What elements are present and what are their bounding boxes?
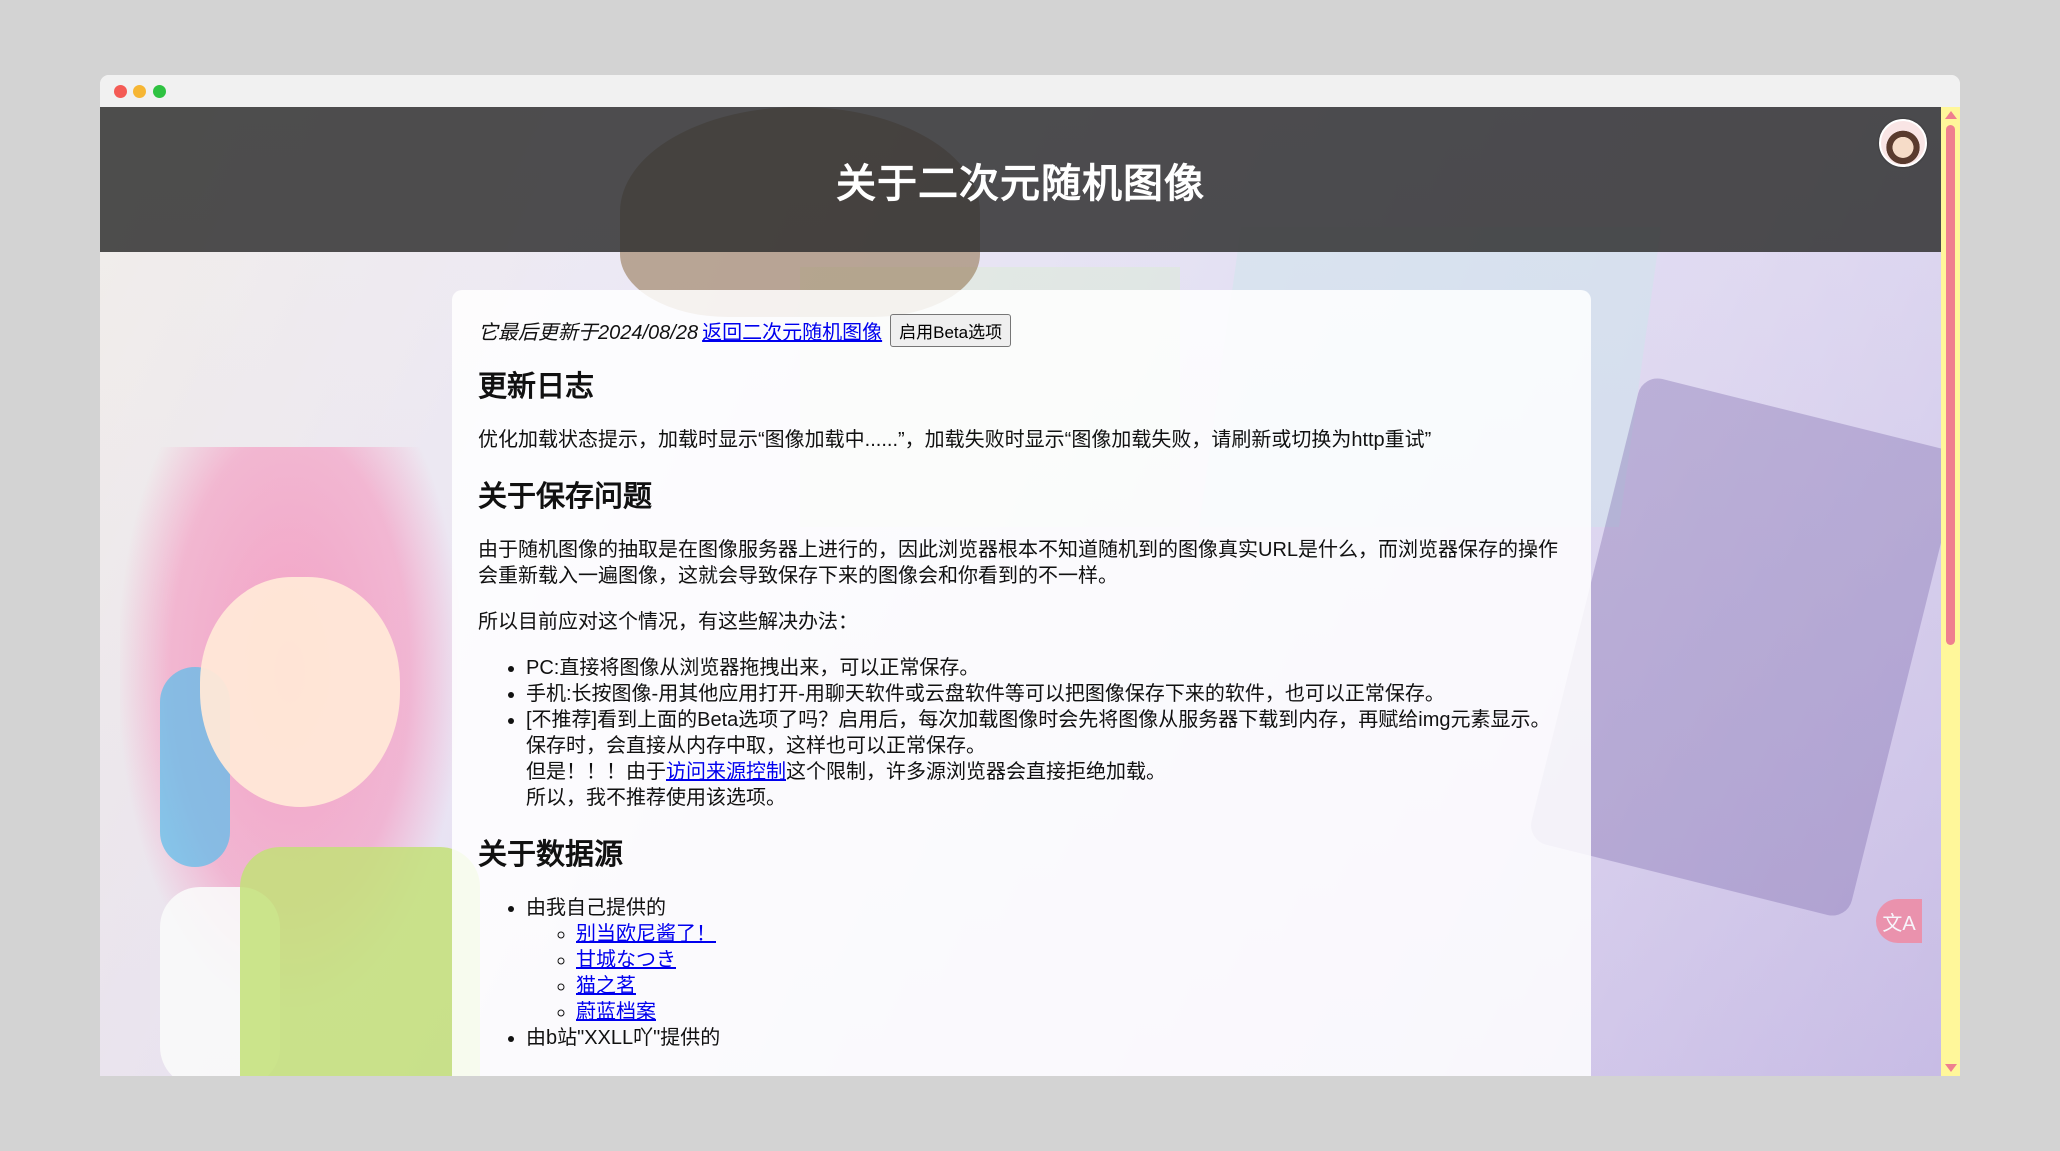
source-link[interactable]: 甘城なつき (576, 949, 676, 971)
list-item: 蔚蓝档案 (576, 999, 1565, 1025)
close-window-button[interactable] (114, 85, 127, 98)
maximize-window-button[interactable] (153, 85, 166, 98)
sources-list: 由我自己提供的 别当欧尼酱了！ 甘城なつき 猫之茗 蔚蓝档案 由b站"XXLL吖… (478, 895, 1565, 1051)
content-card: 它最后更新于2024/08/28 返回二次元随机图像 启用Beta选项 更新日志… (452, 290, 1591, 1076)
beta-note-line: 保存时，会直接从内存中取，这样也可以正常保存。 (526, 735, 986, 757)
beta-note-line: 这个限制，许多源浏览器会直接拒绝加载。 (786, 761, 1166, 783)
back-link[interactable]: 返回二次元随机图像 (702, 316, 882, 345)
saving-solutions-list: PC:直接将图像从浏览器拖拽出来，可以正常保存。 手机:长按图像-用其他应用打开… (478, 655, 1565, 811)
source-links-list: 别当欧尼酱了！ 甘城なつき 猫之茗 蔚蓝档案 (526, 921, 1565, 1025)
list-item: 手机:长按图像-用其他应用打开-用聊天软件或云盘软件等可以把图像保存下来的软件，… (526, 681, 1565, 707)
list-item: [不推荐]看到上面的Beta选项了吗？启用后，每次加载图像时会先将图像从服务器下… (526, 707, 1565, 811)
source-link[interactable]: 别当欧尼酱了！ (576, 923, 716, 945)
list-item: 甘城なつき (576, 947, 1565, 973)
background-artwork (240, 847, 480, 1076)
scrollbar[interactable] (1941, 107, 1960, 1076)
list-item: 猫之茗 (576, 973, 1565, 999)
browser-window: 关于二次元随机图像 它最后更新于2024/08/28 返回二次元随机图像 启用B… (100, 75, 1960, 1076)
title-bar (100, 75, 1960, 107)
saving-heading: 关于保存问题 (478, 481, 653, 513)
minimize-window-button[interactable] (133, 85, 146, 98)
access-control-link[interactable]: 访问来源控制 (666, 761, 786, 783)
last-updated-text: 它最后更新于2024/08/28 (478, 322, 699, 344)
source-group-label: 由b站"XXLL吖"提供的 (526, 1027, 721, 1049)
source-link[interactable]: 猫之茗 (576, 975, 636, 997)
avatar[interactable] (1879, 119, 1927, 167)
translate-icon[interactable]: 文A (1876, 899, 1922, 943)
saving-solutions-intro: 所以目前应对这个情况，有这些解决办法： (478, 611, 858, 633)
enable-beta-button[interactable]: 启用Beta选项 (890, 314, 1012, 347)
page-viewport: 关于二次元随机图像 它最后更新于2024/08/28 返回二次元随机图像 启用B… (100, 107, 1941, 1076)
list-item: PC:直接将图像从浏览器拖拽出来，可以正常保存。 (526, 655, 1565, 681)
source-group-label: 由我自己提供的 (526, 897, 666, 919)
meta-line: 它最后更新于2024/08/28 返回二次元随机图像 启用Beta选项 (478, 314, 1565, 347)
background-artwork (200, 577, 400, 807)
changelog-heading: 更新日志 (478, 371, 595, 403)
saving-paragraph: 由于随机图像的抽取是在图像服务器上进行的，因此浏览器根本不知道随机到的图像真实U… (478, 539, 1559, 587)
page-title: 关于二次元随机图像 (836, 161, 1205, 206)
list-item: 别当欧尼酱了！ (576, 921, 1565, 947)
page-header: 关于二次元随机图像 (100, 107, 1941, 252)
beta-note-line: 但是！！！由于 (526, 761, 666, 783)
scroll-down-arrow-icon[interactable] (1945, 1064, 1957, 1072)
list-item: 由b站"XXLL吖"提供的 (526, 1025, 1565, 1051)
changelog-text: 优化加载状态提示，加载时显示“图像加载中......”，加载失败时显示“图像加载… (478, 429, 1432, 451)
sources-heading: 关于数据源 (478, 839, 624, 871)
scrollbar-thumb[interactable] (1946, 125, 1955, 645)
beta-note-line: [不推荐]看到上面的Beta选项了吗？启用后，每次加载图像时会先将图像从服务器下… (526, 709, 1551, 731)
source-link[interactable]: 蔚蓝档案 (576, 1001, 656, 1023)
beta-note-line: 所以，我不推荐使用该选项。 (526, 787, 786, 809)
scroll-up-arrow-icon[interactable] (1945, 111, 1957, 119)
list-item: 由我自己提供的 别当欧尼酱了！ 甘城なつき 猫之茗 蔚蓝档案 (526, 895, 1565, 1025)
